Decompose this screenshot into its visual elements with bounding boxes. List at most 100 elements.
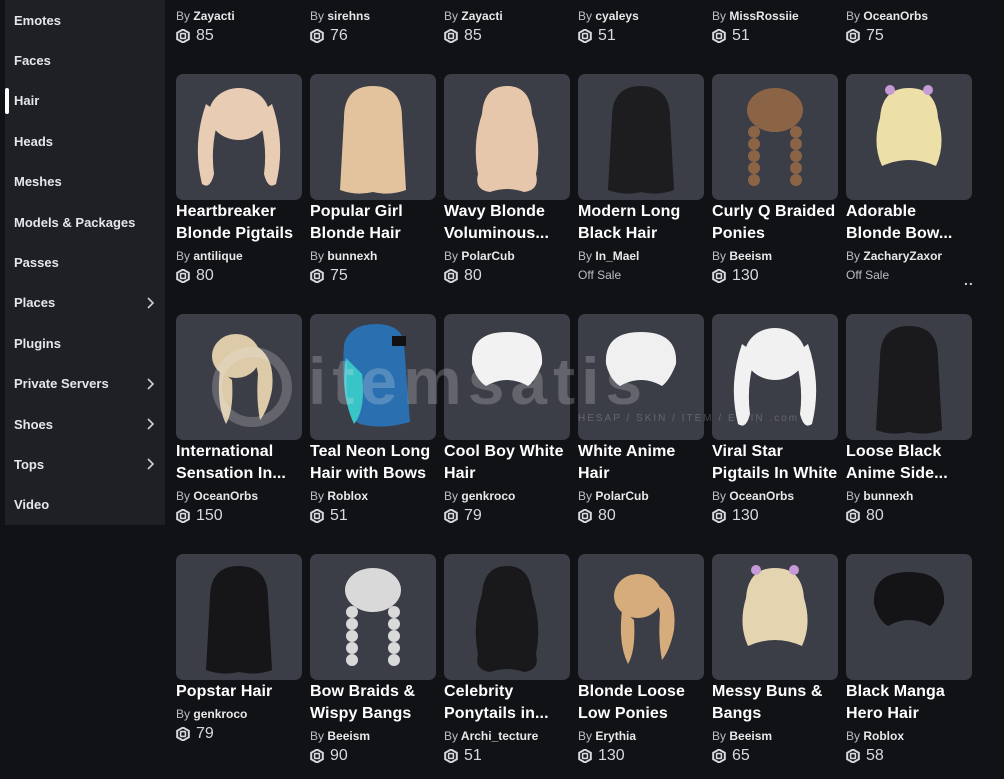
item-name[interactable]: Celebrity Ponytails in...: [444, 681, 576, 725]
item-price: 85: [444, 27, 482, 45]
price-value: 51: [598, 27, 616, 44]
item-name-line2: Ponytails in...: [444, 705, 549, 722]
item-creator[interactable]: By OceanOrbs: [846, 9, 928, 23]
item-thumbnail[interactable]: [176, 74, 302, 200]
item-creator[interactable]: By Zayacti: [444, 9, 503, 23]
item-creator[interactable]: By sirehns: [310, 9, 370, 23]
item-name[interactable]: Adorable Blonde Bow...: [846, 201, 978, 245]
robux-icon: [176, 29, 190, 43]
item-name[interactable]: Modern Long Black Hair: [578, 201, 710, 245]
by-label: By: [846, 729, 861, 743]
item-thumbnail[interactable]: [846, 314, 972, 440]
sidebar-item-passes[interactable]: Passes: [5, 242, 165, 282]
item-name-line1: Popular Girl: [310, 203, 403, 220]
item-name[interactable]: Viral Star Pigtails In White: [712, 441, 844, 485]
item-name[interactable]: Curly Q Braided Ponies: [712, 201, 844, 245]
item-price: 90: [310, 747, 348, 765]
price-value: 85: [464, 27, 482, 44]
item-thumbnail[interactable]: [578, 554, 704, 680]
item-creator[interactable]: By Beeism: [712, 729, 772, 743]
sidebar-item-emotes[interactable]: Emotes: [5, 0, 165, 40]
sidebar-item-models-packages[interactable]: Models & Packages: [5, 202, 165, 242]
item-name[interactable]: Black Manga Hero Hair: [846, 681, 978, 725]
item-thumbnail[interactable]: [310, 314, 436, 440]
item-creator[interactable]: By cyaleys: [578, 9, 639, 23]
item-creator[interactable]: By genkroco: [444, 489, 515, 503]
item-thumbnail[interactable]: [846, 554, 972, 680]
item-name[interactable]: Loose Black Anime Side...: [846, 441, 978, 485]
item-creator[interactable]: By Beeism: [310, 729, 370, 743]
item-creator[interactable]: By Zayacti: [176, 9, 235, 23]
item-price: 51: [712, 27, 750, 45]
item-creator[interactable]: By Erythia: [578, 729, 636, 743]
sidebar-item-faces[interactable]: Faces: [5, 40, 165, 80]
hair-thumbnail-image: [212, 334, 273, 424]
item-name[interactable]: Popular Girl Blonde Hair: [310, 201, 442, 245]
item-creator[interactable]: By bunnexh: [846, 489, 913, 503]
item-name[interactable]: Cool Boy White Hair: [444, 441, 576, 485]
item-creator[interactable]: By MissRossiie: [712, 9, 799, 23]
item-name[interactable]: International Sensation In...: [176, 441, 308, 485]
item-creator[interactable]: By Archi_tecture: [444, 729, 538, 743]
item-price: 58: [846, 747, 884, 765]
item-thumbnail[interactable]: [712, 314, 838, 440]
creator-name: cyaleys: [595, 9, 639, 23]
robux-icon: [846, 749, 860, 763]
item-creator[interactable]: By genkroco: [176, 707, 247, 721]
item-price: 51: [578, 27, 616, 45]
item-name[interactable]: Popstar Hair: [176, 681, 308, 703]
item-thumbnail[interactable]: [712, 74, 838, 200]
sidebar-item-plugins[interactable]: Plugins: [5, 323, 165, 363]
item-name[interactable]: Heartbreaker Blonde Pigtails: [176, 201, 308, 245]
sidebar-item-meshes[interactable]: Meshes: [5, 162, 165, 202]
robux-icon: [176, 509, 190, 523]
sidebar-item-shoes[interactable]: Shoes: [5, 404, 165, 444]
item-name[interactable]: Blonde Loose Low Ponies: [578, 681, 710, 725]
item-thumbnail[interactable]: [176, 554, 302, 680]
item-thumbnail[interactable]: [310, 554, 436, 680]
item-thumbnail[interactable]: [444, 314, 570, 440]
robux-icon: [578, 509, 592, 523]
sidebar-item-heads[interactable]: Heads: [5, 121, 165, 161]
item-name[interactable]: Bow Braids & Wispy Bangs: [310, 681, 442, 725]
sidebar-item-label: Faces: [14, 52, 51, 68]
robux-icon: [578, 749, 592, 763]
item-thumbnail[interactable]: [846, 74, 972, 200]
sidebar-item-private-servers[interactable]: Private Servers: [5, 364, 165, 404]
item-thumbnail[interactable]: [578, 314, 704, 440]
item-thumbnail[interactable]: [176, 314, 302, 440]
item-creator[interactable]: By OceanOrbs: [176, 489, 258, 503]
item-creator[interactable]: By Beeism: [712, 249, 772, 263]
item-thumbnail[interactable]: [578, 74, 704, 200]
item-price: 75: [846, 27, 884, 45]
item-creator[interactable]: By ZacharyZaxor: [846, 249, 942, 263]
sidebar-item-tops[interactable]: Tops: [5, 444, 165, 484]
item-name[interactable]: White Anime Hair: [578, 441, 710, 485]
item-price: 80: [578, 507, 616, 525]
sidebar-item-hair[interactable]: Hair: [5, 81, 165, 121]
creator-name: sirehns: [327, 9, 371, 23]
sidebar-item-video[interactable]: Video: [5, 485, 165, 525]
sidebar-item-places[interactable]: Places: [5, 283, 165, 323]
item-creator[interactable]: By Roblox: [846, 729, 904, 743]
by-label: By: [846, 9, 861, 23]
item-thumbnail[interactable]: [444, 554, 570, 680]
item-name[interactable]: Wavy Blonde Voluminous...: [444, 201, 576, 245]
item-creator[interactable]: By Roblox: [310, 489, 368, 503]
item-creator[interactable]: By PolarCub: [578, 489, 649, 503]
item-name[interactable]: Messy Buns & Bangs: [712, 681, 844, 725]
item-creator[interactable]: By In_Mael: [578, 249, 639, 263]
sidebar-item-label: Shoes: [14, 416, 54, 432]
item-creator[interactable]: By PolarCub: [444, 249, 515, 263]
item-price: 80: [846, 507, 884, 525]
robux-icon: [444, 269, 458, 283]
item-thumbnail[interactable]: [444, 74, 570, 200]
item-creator[interactable]: By bunnexh: [310, 249, 377, 263]
item-thumbnail[interactable]: [712, 554, 838, 680]
item-creator[interactable]: By antilique: [176, 249, 243, 263]
item-thumbnail[interactable]: [310, 74, 436, 200]
item-name[interactable]: Teal Neon Long Hair with Bows: [310, 441, 442, 485]
more-options-icon[interactable]: ..: [964, 272, 974, 288]
item-creator[interactable]: By OceanOrbs: [712, 489, 794, 503]
by-label: By: [712, 9, 727, 23]
